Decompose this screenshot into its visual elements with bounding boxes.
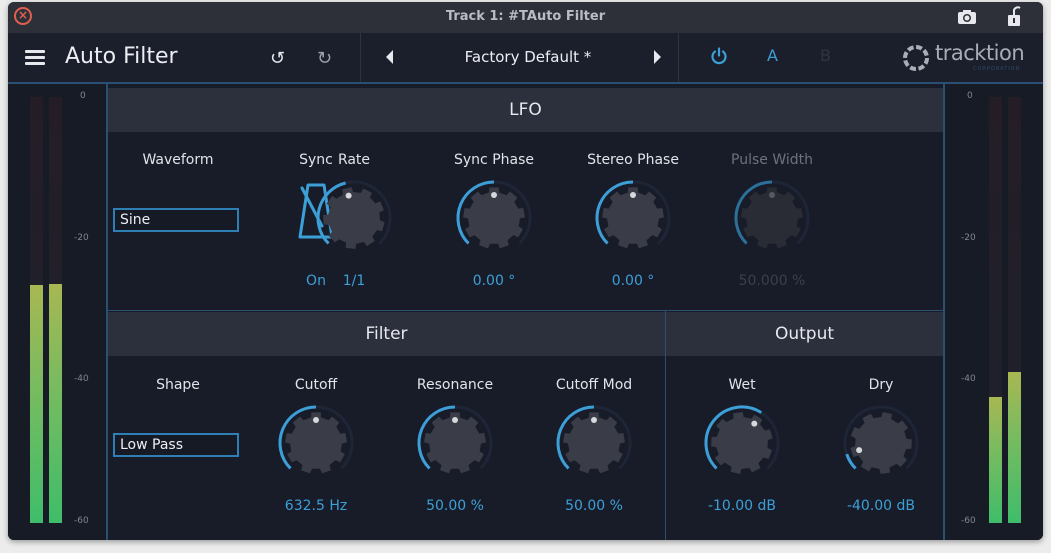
pulse-width-knob[interactable] — [732, 178, 812, 258]
meter-scale-label: -60 — [74, 516, 89, 526]
shape-label: Shape — [156, 377, 200, 393]
wet-control: Wet -10.00 dB — [677, 377, 807, 517]
sync-phase-label: Sync Phase — [454, 152, 534, 168]
filter-section-header: Filter — [108, 312, 665, 356]
resonance-value: 50.00 % — [426, 498, 484, 514]
rate-label: Rate — [337, 152, 371, 168]
stereo-phase-label: Stereo Phase — [587, 152, 679, 168]
redo-icon[interactable]: ↻ — [317, 48, 332, 69]
meter-bar-right — [1008, 97, 1021, 523]
meter-scale-label: -40 — [74, 374, 89, 384]
meter-level — [49, 284, 62, 523]
divider — [678, 33, 679, 82]
power-icon[interactable] — [710, 47, 728, 65]
pulse-width-label: Pulse Width — [731, 152, 813, 168]
lfo-section-header: LFO — [108, 88, 943, 132]
sync-phase-value: 0.00 ° — [472, 273, 516, 289]
ab-compare-a-button[interactable]: A — [767, 46, 778, 65]
cutoff-mod-label: Cutoff Mod — [555, 377, 633, 393]
cutoff-mod-knob[interactable] — [554, 403, 634, 483]
meter-bar-left — [989, 97, 1002, 523]
input-level-meter: 0 -20 -40 -60 — [8, 84, 108, 540]
resonance-control: Resonance 50.00 % — [390, 377, 520, 517]
meter-scale-label: -20 — [961, 233, 976, 243]
cutoff-control: Cutoff 632.5 Hz — [251, 377, 381, 517]
divider — [360, 33, 361, 82]
resonance-knob[interactable] — [415, 403, 495, 483]
dry-value: -40.00 dB — [846, 498, 916, 514]
logo-subtext: CORPORATION — [973, 66, 1021, 72]
dry-knob[interactable] — [841, 403, 921, 483]
knob-body — [711, 412, 773, 474]
knob-indicator — [313, 417, 319, 423]
stereo-phase-control: Stereo Phase 0.00 ° — [568, 152, 698, 292]
pulse-width-value: 50.000 % — [738, 273, 806, 289]
rate-knob[interactable] — [314, 178, 394, 258]
meter-scale-label: 0 — [80, 91, 86, 101]
meter-scale-label: 0 — [967, 91, 973, 101]
wet-label: Wet — [728, 377, 756, 393]
cutoff-value: 632.5 Hz — [284, 498, 348, 514]
window-title: Track 1: #TAuto Filter — [445, 9, 606, 24]
waveform-label: Waveform — [142, 152, 214, 168]
resonance-label: Resonance — [416, 377, 494, 393]
preset-name[interactable]: Factory Default * — [408, 48, 648, 66]
plugin-header: Auto Filter ↺ ↻ Factory Default * A B tr… — [8, 33, 1043, 84]
ab-compare-b-button[interactable]: B — [820, 46, 831, 65]
knob-indicator — [345, 192, 352, 199]
output-section-header: Output — [666, 312, 943, 356]
hamburger-icon[interactable] — [25, 50, 45, 65]
sync-phase-control: Sync Phase 0.00 ° — [429, 152, 559, 292]
tracktion-gear-icon — [903, 45, 929, 71]
meter-level — [989, 397, 1002, 523]
stereo-phase-value: 0.00 ° — [611, 273, 655, 289]
meter-scale-label: -20 — [74, 233, 89, 243]
knob-indicator — [856, 447, 863, 454]
knob-body — [850, 412, 912, 475]
filter-shape-dropdown[interactable]: Low Pass — [113, 433, 239, 457]
waveform-dropdown[interactable]: Sine — [113, 208, 239, 232]
meter-bar-left — [30, 97, 43, 523]
knob-indicator — [769, 192, 775, 198]
meter-scale-label: -60 — [961, 516, 976, 526]
output-level-meter: 0 -20 -40 -60 — [943, 84, 1043, 540]
wet-knob[interactable] — [702, 403, 782, 483]
meter-level — [30, 285, 43, 523]
tracktion-logo: tracktion CORPORATION — [901, 41, 1031, 75]
plugin-name: Auto Filter — [65, 44, 178, 69]
wet-value: -10.00 dB — [707, 498, 777, 514]
next-preset-button[interactable] — [654, 50, 661, 64]
cutoff-mod-control: Cutoff Mod 50.00 % — [529, 377, 659, 517]
knob-indicator — [491, 192, 497, 198]
camera-icon[interactable] — [957, 9, 977, 25]
title-bar: × Track 1: #TAuto Filter — [8, 2, 1043, 33]
logo-text: tracktion — [935, 41, 1025, 65]
unlocked-padlock-icon[interactable] — [1007, 5, 1021, 27]
knob-indicator — [452, 417, 458, 423]
shape-control: Shape — [113, 377, 243, 393]
waveform-control: Waveform — [113, 152, 243, 168]
section-divider — [108, 310, 943, 311]
knob-indicator — [630, 192, 636, 198]
meter-level — [1008, 372, 1021, 523]
cutoff-mod-value: 50.00 % — [565, 498, 623, 514]
pulse-width-control: Pulse Width 50.000 % — [707, 152, 837, 292]
sync-phase-knob[interactable] — [454, 178, 534, 258]
undo-icon[interactable]: ↺ — [270, 48, 285, 69]
cutoff-knob[interactable] — [276, 403, 356, 483]
rate-value: 1/1 — [342, 273, 366, 289]
meter-scale-label: -40 — [961, 374, 976, 384]
stereo-phase-knob[interactable] — [593, 178, 673, 258]
knob-indicator — [751, 420, 758, 427]
cutoff-label: Cutoff — [294, 377, 338, 393]
main-panel: LFO Waveform Sine Sync On Filter Shape L… — [108, 84, 943, 540]
dry-label: Dry — [868, 377, 894, 393]
meter-bar-right — [49, 97, 62, 523]
dry-control: Dry -40.00 dB — [816, 377, 946, 517]
rate-control: Rate 1/1 — [289, 152, 419, 292]
previous-preset-button[interactable] — [386, 50, 393, 64]
knob-indicator — [591, 417, 597, 423]
plugin-window: × Track 1: #TAuto Filter Auto Filter ↺ ↻… — [8, 2, 1043, 540]
